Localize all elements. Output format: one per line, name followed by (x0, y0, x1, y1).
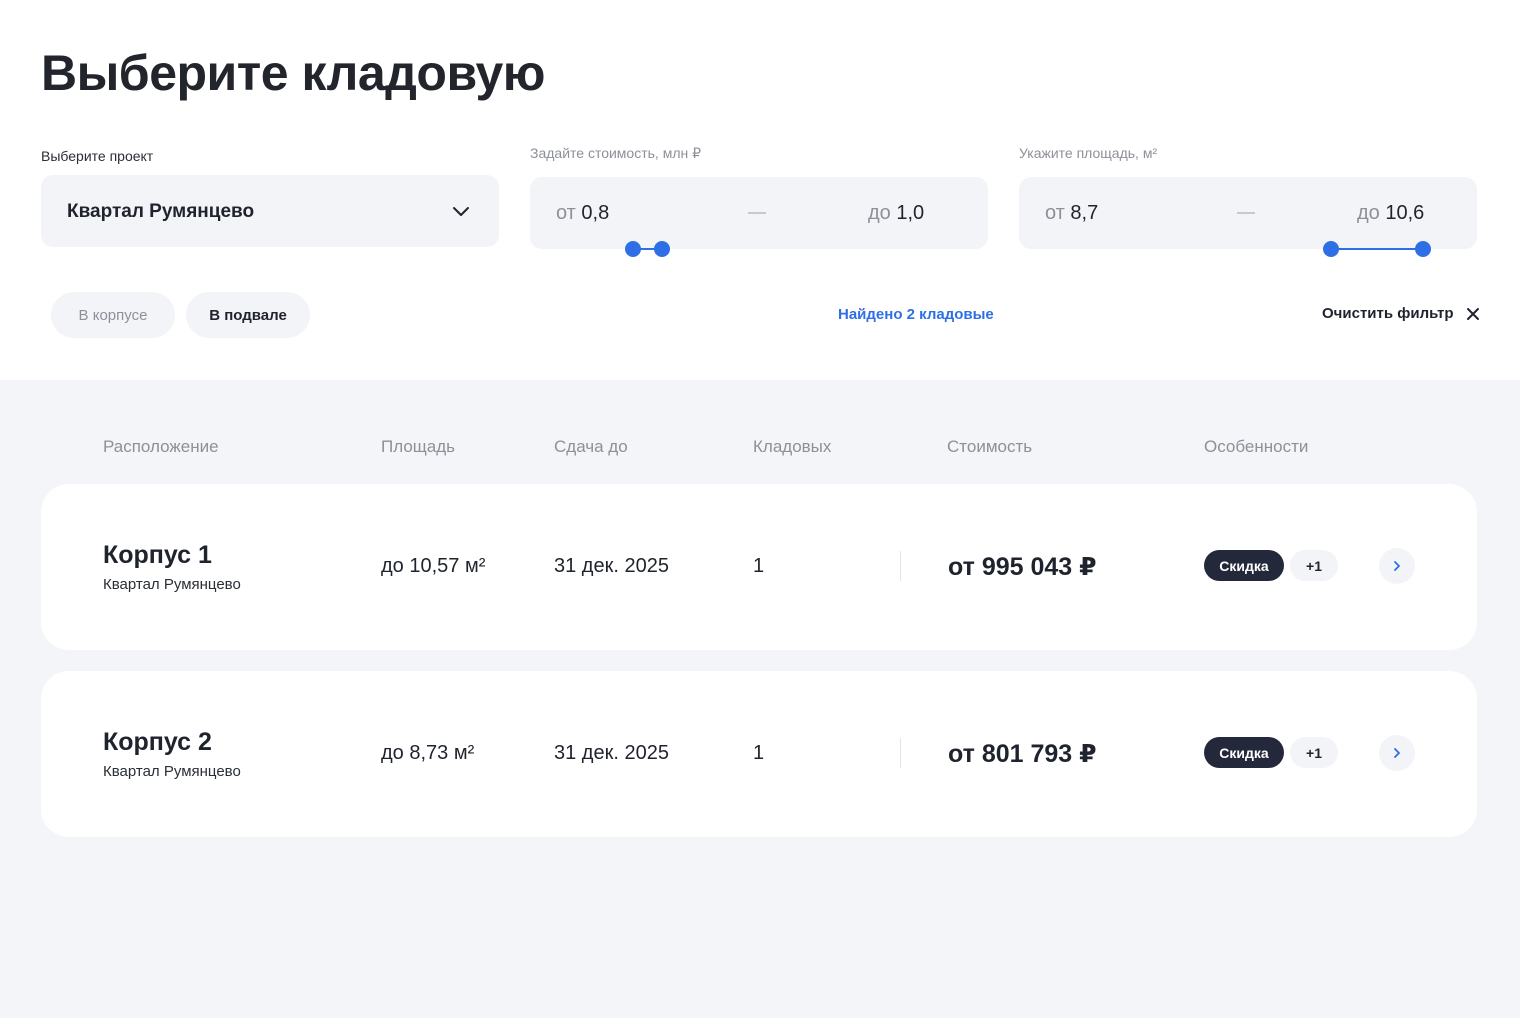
project-select-value: Квартал Румянцево (67, 201, 255, 222)
open-row-button[interactable] (1379, 548, 1415, 584)
clear-filter-button[interactable]: Очистить фильтр (1322, 305, 1480, 322)
price-slider-max-handle[interactable] (654, 241, 670, 257)
column-header-count: Кладовых (753, 437, 832, 456)
area-slider-min-handle[interactable] (1323, 241, 1339, 257)
price-slider-min-handle[interactable] (625, 241, 641, 257)
area-slider-track (1331, 248, 1423, 250)
row-subtitle: Квартал Румянцево (103, 576, 241, 593)
area-to-prefix: до (1357, 202, 1380, 224)
clear-filter-label: Очистить фильтр (1322, 305, 1454, 322)
filter-panel: Выберите кладовую Выберите проект Кварта… (0, 0, 1520, 380)
column-header-area: Площадь (381, 437, 456, 456)
price-label: Задайте стоимость, млн ₽ (530, 145, 702, 161)
area-label: Укажите площадь, м² (1019, 145, 1158, 161)
project-label: Выберите проект (41, 148, 154, 164)
area-range-field[interactable]: от 8,7 до 10,6 (1019, 177, 1477, 249)
row-title: Корпус 1 (103, 541, 212, 569)
row-price: от 995 043 ₽ (948, 553, 1097, 581)
price-from-prefix: от (556, 202, 576, 224)
page-title: Выберите кладовую (41, 45, 545, 101)
more-features-badge[interactable]: +1 (1290, 550, 1338, 581)
price-slider[interactable] (625, 240, 671, 258)
area-to-value: 10,6 (1385, 202, 1425, 224)
chevron-down-icon (453, 207, 469, 216)
column-header-location: Расположение (103, 437, 219, 456)
area-from-value: 8,7 (1070, 202, 1099, 224)
results-section: Расположение Площадь Сдача до Кладовых С… (0, 380, 1520, 1018)
chevron-right-icon (1394, 748, 1400, 758)
price-from-value: 0,8 (581, 202, 610, 224)
chip-in-basement[interactable]: В подвале (186, 292, 310, 338)
range-dash (748, 212, 766, 214)
price-to-value: 1,0 (896, 202, 925, 224)
row-subtitle: Квартал Румянцево (103, 763, 241, 780)
project-select[interactable]: Квартал Румянцево (41, 175, 499, 247)
chevron-right-icon (1394, 561, 1400, 571)
table-row[interactable]: Корпус 1 Квартал Румянцево до 10,57 м² 3… (41, 484, 1477, 650)
area-to[interactable]: до 10,6 (1357, 202, 1424, 225)
price-to-prefix: до (868, 202, 891, 224)
row-delivery: 31 дек. 2025 (554, 555, 669, 577)
price-range-field[interactable]: от 0,8 до 1,0 (530, 177, 988, 249)
row-count: 1 (753, 742, 765, 764)
area-from[interactable]: от 8,7 (1045, 202, 1098, 225)
price-from[interactable]: от 0,8 (556, 202, 609, 225)
area-slider-max-handle[interactable] (1415, 241, 1431, 257)
column-header-delivery: Сдача до (554, 437, 628, 456)
area-from-prefix: от (1045, 202, 1065, 224)
row-count: 1 (753, 555, 765, 577)
table-row[interactable]: Корпус 2 Квартал Румянцево до 8,73 м² 31… (41, 671, 1477, 837)
range-dash (1237, 212, 1255, 214)
price-to[interactable]: до 1,0 (868, 202, 924, 225)
column-header-price: Стоимость (947, 437, 1033, 456)
row-divider (900, 738, 901, 768)
area-slider[interactable] (1323, 240, 1431, 258)
open-row-button[interactable] (1379, 735, 1415, 771)
row-area: до 8,73 м² (381, 742, 475, 764)
column-header-features: Особенности (1204, 437, 1309, 456)
discount-badge: Скидка (1204, 737, 1284, 768)
row-divider (900, 551, 901, 581)
found-count-link[interactable]: Найдено 2 кладовые (838, 306, 994, 323)
more-features-badge[interactable]: +1 (1290, 737, 1338, 768)
row-area: до 10,57 м² (381, 555, 486, 577)
chip-in-building[interactable]: В корпусе (51, 292, 175, 338)
close-icon (1466, 307, 1479, 320)
discount-badge: Скидка (1204, 550, 1284, 581)
row-delivery: 31 дек. 2025 (554, 742, 669, 764)
row-price: от 801 793 ₽ (948, 740, 1097, 768)
row-title: Корпус 2 (103, 728, 212, 756)
